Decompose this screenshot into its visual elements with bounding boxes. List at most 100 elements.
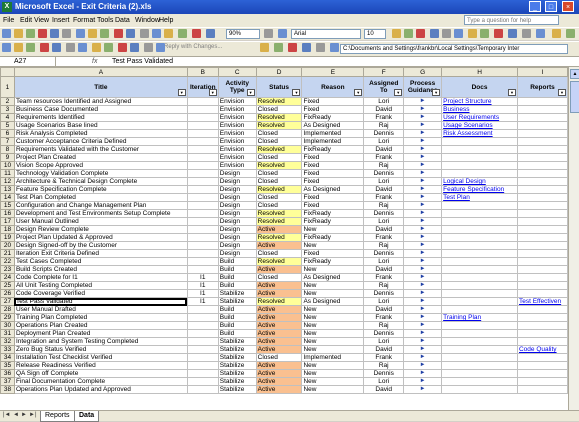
process-guidance-arrow-icon[interactable]: ► bbox=[403, 129, 443, 138]
tb1-button-27-icon[interactable] bbox=[494, 29, 503, 38]
cell-assigned-to[interactable]: Lori bbox=[363, 137, 405, 146]
tb1-button-5-icon[interactable] bbox=[62, 29, 71, 38]
cell-reports-link[interactable] bbox=[516, 257, 568, 266]
cell-title[interactable]: Installation Test Checklist Verified bbox=[13, 353, 188, 362]
cell-reports-link[interactable] bbox=[516, 337, 568, 346]
cell-status[interactable]: Active bbox=[255, 337, 303, 346]
process-guidance-arrow-icon[interactable]: ► bbox=[403, 193, 443, 202]
tb1-button-10-icon[interactable] bbox=[126, 29, 135, 38]
cell-iteration[interactable]: I1 bbox=[186, 289, 219, 298]
row-header[interactable]: 3 bbox=[0, 105, 15, 114]
cell-status[interactable]: Active bbox=[255, 265, 303, 274]
cell-activity-type[interactable]: Design bbox=[217, 201, 257, 210]
excel-icon[interactable]: X bbox=[2, 2, 12, 12]
autofilter-dropdown-icon[interactable]: ▼ bbox=[208, 89, 217, 96]
cell-activity-type[interactable]: Envision bbox=[217, 97, 257, 106]
row-header[interactable]: 13 bbox=[0, 185, 15, 194]
cell-docs-link[interactable]: Business bbox=[441, 105, 518, 114]
cell-assigned-to[interactable]: Dennis bbox=[363, 209, 405, 218]
cell-status[interactable]: Active bbox=[255, 305, 303, 314]
menu-help[interactable]: Help bbox=[159, 15, 173, 26]
cell-reports-link[interactable] bbox=[516, 377, 568, 386]
cell-activity-type[interactable]: Build bbox=[217, 265, 257, 274]
cell-reason[interactable]: New bbox=[301, 281, 365, 290]
process-guidance-arrow-icon[interactable]: ► bbox=[403, 265, 443, 274]
cell-docs-link[interactable] bbox=[441, 137, 518, 146]
cell-reports-link[interactable] bbox=[516, 217, 568, 226]
cell-reports-link[interactable] bbox=[516, 233, 568, 242]
process-guidance-arrow-icon[interactable]: ► bbox=[403, 329, 443, 338]
cell-activity-type[interactable]: Design bbox=[217, 177, 257, 186]
cell-docs-link[interactable] bbox=[441, 289, 518, 298]
cell-docs-link[interactable]: Feature Specification bbox=[441, 185, 518, 194]
cell-assigned-to[interactable]: Raj bbox=[363, 121, 405, 130]
cell-reports-link[interactable] bbox=[516, 305, 568, 314]
cell-reason[interactable]: As Designed bbox=[301, 185, 365, 194]
cell-docs-link[interactable] bbox=[441, 145, 518, 154]
autofilter-dropdown-icon[interactable]: ▼ bbox=[292, 89, 301, 96]
cell-activity-type[interactable]: Build bbox=[217, 257, 257, 266]
row-header[interactable]: 18 bbox=[0, 225, 15, 234]
cell-reports-link[interactable] bbox=[516, 265, 568, 274]
cell-iteration[interactable] bbox=[186, 321, 219, 330]
cell-assigned-to[interactable]: Dennis bbox=[363, 249, 405, 258]
process-guidance-arrow-icon[interactable]: ► bbox=[403, 281, 443, 290]
cell-docs-link[interactable] bbox=[441, 297, 518, 306]
cell-iteration[interactable] bbox=[186, 257, 219, 266]
row-header[interactable]: 30 bbox=[0, 321, 15, 330]
cell-title[interactable]: Development and Test Environments Setup … bbox=[13, 209, 188, 218]
process-guidance-arrow-icon[interactable]: ► bbox=[403, 345, 443, 354]
cell-status[interactable]: Resolved bbox=[255, 185, 303, 194]
cell-iteration[interactable] bbox=[186, 353, 219, 362]
tb2-button-12-icon[interactable] bbox=[156, 43, 165, 52]
row-header[interactable]: 28 bbox=[0, 305, 15, 314]
column-header-h[interactable]: H bbox=[441, 67, 518, 77]
cell-docs-link[interactable] bbox=[441, 209, 518, 218]
cell-title[interactable]: Feature Specification Complete bbox=[13, 185, 188, 194]
cell-activity-type[interactable]: Envision bbox=[217, 113, 257, 122]
process-guidance-arrow-icon[interactable]: ► bbox=[403, 273, 443, 282]
cell-activity-type[interactable]: Build bbox=[217, 329, 257, 338]
cell-iteration[interactable] bbox=[186, 169, 219, 178]
cell-docs-link[interactable] bbox=[441, 265, 518, 274]
cell-iteration[interactable] bbox=[186, 241, 219, 250]
row-header[interactable]: 17 bbox=[0, 217, 15, 226]
cell-reports-link[interactable] bbox=[516, 329, 568, 338]
select-all-corner[interactable] bbox=[0, 67, 15, 77]
cell-title[interactable]: User Manual Outlined bbox=[13, 217, 188, 226]
cell-activity-type[interactable]: Build bbox=[217, 313, 257, 322]
tb1-button-6-icon[interactable] bbox=[76, 29, 85, 38]
cell-title[interactable]: Iteration Exit Criteria Defined bbox=[13, 249, 188, 258]
menu-edit[interactable]: Edit bbox=[20, 15, 32, 26]
scroll-thumb[interactable] bbox=[570, 81, 579, 113]
cell-status[interactable]: Resolved bbox=[255, 121, 303, 130]
cell-title[interactable]: Operations Plan Updated and Approved bbox=[13, 385, 188, 394]
font-select[interactable]: Arial bbox=[291, 29, 361, 39]
cell-reason[interactable]: FixReady bbox=[301, 145, 365, 154]
cell-iteration[interactable] bbox=[186, 113, 219, 122]
cell-activity-type[interactable]: Stabilize bbox=[217, 297, 257, 306]
row-header[interactable]: 31 bbox=[0, 329, 15, 338]
row-header[interactable]: 23 bbox=[0, 265, 15, 274]
row-header[interactable]: 34 bbox=[0, 353, 15, 362]
tb1-button-31-icon[interactable] bbox=[552, 29, 561, 38]
process-guidance-arrow-icon[interactable]: ► bbox=[403, 241, 443, 250]
cell-assigned-to[interactable]: David bbox=[363, 305, 405, 314]
cell-reports-link[interactable] bbox=[516, 121, 568, 130]
cell-assigned-to[interactable]: Frank bbox=[363, 353, 405, 362]
cell-docs-link[interactable]: Logical Design bbox=[441, 177, 518, 186]
process-guidance-arrow-icon[interactable]: ► bbox=[403, 321, 443, 330]
cell-status[interactable]: Active bbox=[255, 345, 303, 354]
vertical-scrollbar[interactable]: ▲ bbox=[568, 67, 579, 410]
autofilter-dropdown-icon[interactable]: ▼ bbox=[432, 89, 441, 96]
cell-reports-link[interactable] bbox=[516, 137, 568, 146]
tb1-button-11-icon[interactable] bbox=[140, 29, 149, 38]
cell-status[interactable]: Active bbox=[255, 289, 303, 298]
cell-docs-link[interactable]: Project Structure bbox=[441, 97, 518, 106]
tb2-button-2-icon[interactable] bbox=[26, 43, 35, 52]
column-header-a[interactable]: A bbox=[13, 67, 188, 77]
cell-reason[interactable]: Fixed bbox=[301, 105, 365, 114]
process-guidance-arrow-icon[interactable]: ► bbox=[403, 225, 443, 234]
tb1-button-8-icon[interactable] bbox=[100, 29, 109, 38]
cell-status[interactable]: Resolved bbox=[255, 209, 303, 218]
